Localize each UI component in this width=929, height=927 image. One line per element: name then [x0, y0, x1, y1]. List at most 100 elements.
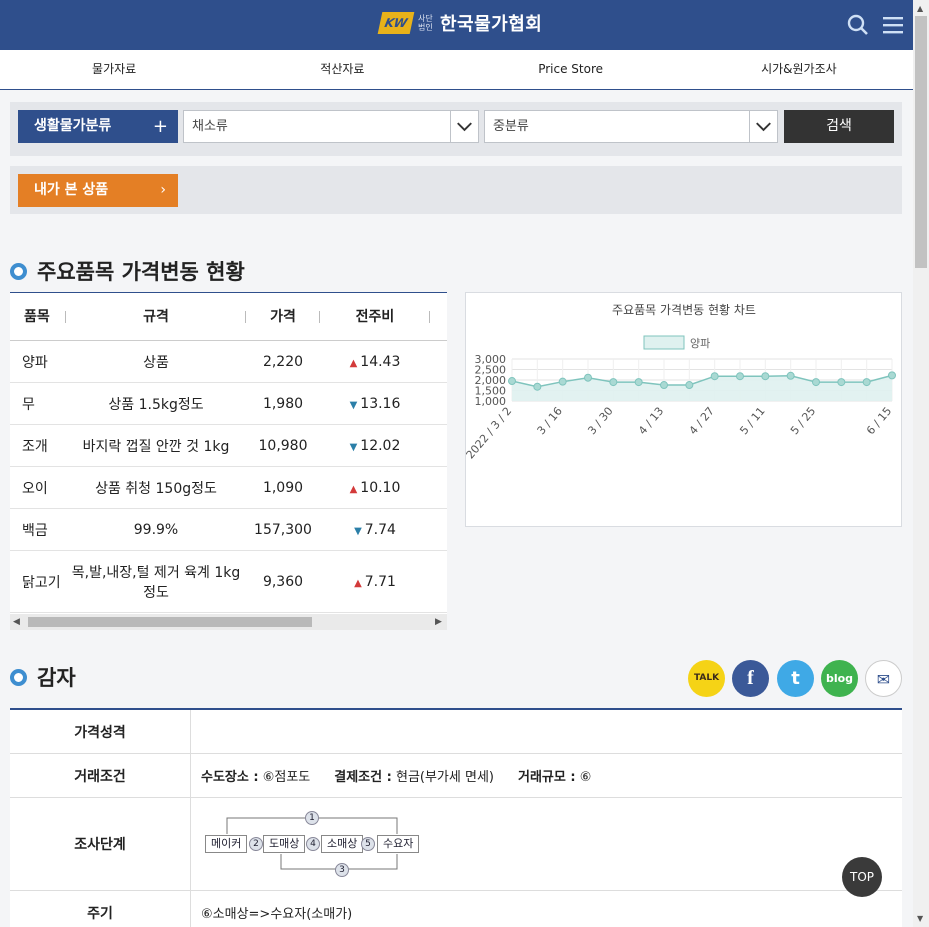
- spec-cell: 바지락 껍질 안깐 것 1kg: [82, 438, 230, 455]
- scrollbar-thumb[interactable]: [28, 617, 312, 627]
- trade-scale-value: ⑥: [579, 770, 592, 785]
- payment-terms-value: 현금(부가세 면세): [395, 770, 494, 785]
- scroll-left-icon[interactable]: ◀: [13, 617, 20, 627]
- arrow-down-icon: ▼: [349, 399, 358, 411]
- table-row[interactable]: 양파 상품 2,220 ▲ 14.43: [10, 341, 447, 383]
- delivery-place-value: ⑥점포도: [262, 770, 311, 785]
- arrow-up-icon: ▲: [349, 357, 358, 369]
- price-cell: 2,220: [262, 353, 304, 370]
- change-value: 14.43: [360, 353, 401, 370]
- change-value: 7.71: [364, 573, 396, 590]
- survey-stage-diagram: 메이커 도매상 소매상 수요자 1 2 3 4 5: [191, 798, 902, 890]
- y-tick-label: 1,000: [475, 395, 507, 408]
- major-category-select[interactable]: 채소류: [183, 110, 479, 143]
- item-name-cell: 닭고기: [22, 574, 61, 591]
- spec-cell: 상품 1.5kg정도: [108, 396, 204, 413]
- item-name-cell: 양파: [22, 354, 48, 371]
- menu-icon[interactable]: [882, 14, 904, 36]
- chevron-down-icon: [450, 111, 472, 142]
- survey-stage-label: 조사단계: [10, 798, 191, 890]
- nav-item-estimation-data[interactable]: 적산자료: [228, 50, 456, 89]
- circle-bullet-icon: [10, 668, 27, 686]
- spec-cell: 상품: [143, 354, 169, 371]
- table-row[interactable]: 백금 99.9% 157,300 ▼ 7.74: [10, 509, 447, 551]
- search-icon[interactable]: [847, 14, 869, 36]
- item-name-cell: 백금: [22, 522, 48, 539]
- arrow-up-icon: ▲: [349, 483, 358, 495]
- facebook-icon[interactable]: f: [732, 660, 769, 697]
- chevron-right-icon: ›: [160, 182, 166, 198]
- page-vertical-scrollbar[interactable]: ▲ ▼: [913, 0, 929, 927]
- legend-swatch: [643, 335, 685, 350]
- data-point: [710, 372, 719, 381]
- info-row-cycle: 주기 ⑥소매상=>수요자(소매가): [10, 891, 902, 927]
- category-label: 생활물가분류: [34, 118, 112, 134]
- weekly-change-cell: ▼ 12.02: [320, 438, 430, 454]
- data-point: [660, 381, 668, 390]
- table-horizontal-scrollbar[interactable]: ◀ ▶: [10, 614, 447, 630]
- x-tick-label: 4 / 13: [636, 405, 666, 438]
- trade-terms-value: 수도장소 : ⑥점포도 결제조건 : 현금(부가세 면세) 거래규모 : ⑥: [191, 754, 902, 797]
- kakao-talk-icon[interactable]: TALK: [688, 660, 725, 697]
- nav-item-price-store[interactable]: Price Store: [457, 50, 685, 89]
- weekly-change-cell: ▼ 13.16: [320, 396, 430, 412]
- stage-number-5: 5: [361, 837, 375, 851]
- circle-bullet-icon: [10, 262, 27, 280]
- stage-number-1: 1: [305, 811, 319, 825]
- nav-item-market-cost-survey[interactable]: 시가&원가조사: [685, 50, 913, 89]
- data-point: [786, 371, 795, 380]
- delivery-place-key: 수도장소 :: [201, 770, 259, 785]
- twitter-icon[interactable]: t: [777, 660, 814, 697]
- price-cell: 10,980: [258, 437, 308, 454]
- table-row[interactable]: 무 상품 1.5kg정도 1,980 ▼ 13.16: [10, 383, 447, 425]
- delivery-place: 수도장소 : ⑥점포도: [201, 766, 310, 785]
- viewed-products-label: 내가 본 상품: [34, 182, 109, 198]
- email-icon[interactable]: ✉: [865, 660, 902, 697]
- logo-mark: KW: [377, 12, 415, 34]
- payment-terms-key: 결제조건 :: [334, 770, 392, 785]
- minor-category-value: 중분류: [493, 119, 529, 134]
- weekly-change-cell: ▲ 14.43: [320, 354, 430, 370]
- scroll-down-icon[interactable]: ▼: [917, 914, 923, 923]
- chart-title: 주요품목 가격변동 현황 차트: [612, 303, 756, 317]
- item-name-cell: 오이: [22, 480, 48, 497]
- price-section-title: 주요품목 가격변동 현황: [37, 260, 245, 284]
- scrollbar-thumb[interactable]: [915, 16, 927, 268]
- spec-cell: 목,발,내장,털 제거 육계 1kg정도: [71, 564, 241, 601]
- data-point: [634, 378, 643, 387]
- info-row-trade-terms: 거래조건 수도장소 : ⑥점포도 결제조건 : 현금(부가세 면세) 거래규모 …: [10, 754, 902, 798]
- cycle-value: ⑥소매상=>수요자(소매가): [201, 907, 353, 922]
- cycle-label: 주기: [10, 891, 191, 927]
- category-button[interactable]: 생활물가분류 +: [18, 110, 178, 143]
- column-header-change: 전주비: [320, 293, 430, 340]
- search-bar: 생활물가분류 + 채소류 중분류 검색: [10, 102, 902, 156]
- stage-number-4: 4: [306, 837, 320, 851]
- table-row[interactable]: 오이 상품 취청 150g정도 1,090 ▲ 10.10: [10, 467, 447, 509]
- weekly-change-cell: ▲ 10.10: [320, 480, 430, 496]
- scroll-right-icon[interactable]: ▶: [435, 617, 442, 627]
- viewed-products-button[interactable]: 내가 본 상품 ›: [18, 174, 178, 207]
- blog-icon[interactable]: blog: [821, 660, 858, 697]
- chevron-down-icon: [749, 111, 771, 142]
- price-chart: 주요품목 가격변동 현황 차트양파3,0002,5002,0001,5001,0…: [464, 303, 896, 461]
- table-row[interactable]: 조개 바지락 껍질 안깐 것 1kg 10,980 ▼ 12.02: [10, 425, 447, 467]
- change-value: 12.02: [360, 437, 401, 454]
- scroll-to-top-button[interactable]: TOP: [842, 857, 882, 897]
- nav-item-price-data[interactable]: 물가자료: [0, 50, 228, 89]
- major-category-value: 채소류: [192, 119, 228, 134]
- data-point: [558, 377, 567, 386]
- minor-category-select[interactable]: 중분류: [484, 110, 778, 143]
- scroll-up-icon[interactable]: ▲: [917, 4, 923, 13]
- price-chart-panel: 주요품목 가격변동 현황 차트 양파 3,000 2,500 2,000 1,500 1,0…: [464, 292, 902, 527]
- data-point: [837, 378, 846, 387]
- column-header-spec: 규격: [66, 293, 246, 340]
- stage-wholesaler: 도매상: [263, 835, 306, 853]
- x-tick-label: 3 / 16: [535, 405, 565, 438]
- change-value: 10.10: [360, 479, 401, 496]
- x-tick-label: 4 / 27: [687, 405, 717, 438]
- site-logo[interactable]: KW 사단 법인 한국물가협회: [377, 10, 542, 36]
- data-point: [685, 381, 694, 390]
- search-button[interactable]: 검색: [784, 110, 894, 143]
- table-row[interactable]: 닭고기 목,발,내장,털 제거 육계 1kg정도 9,360 ▲ 7.71: [10, 551, 447, 613]
- column-header-item: 품목: [10, 293, 66, 340]
